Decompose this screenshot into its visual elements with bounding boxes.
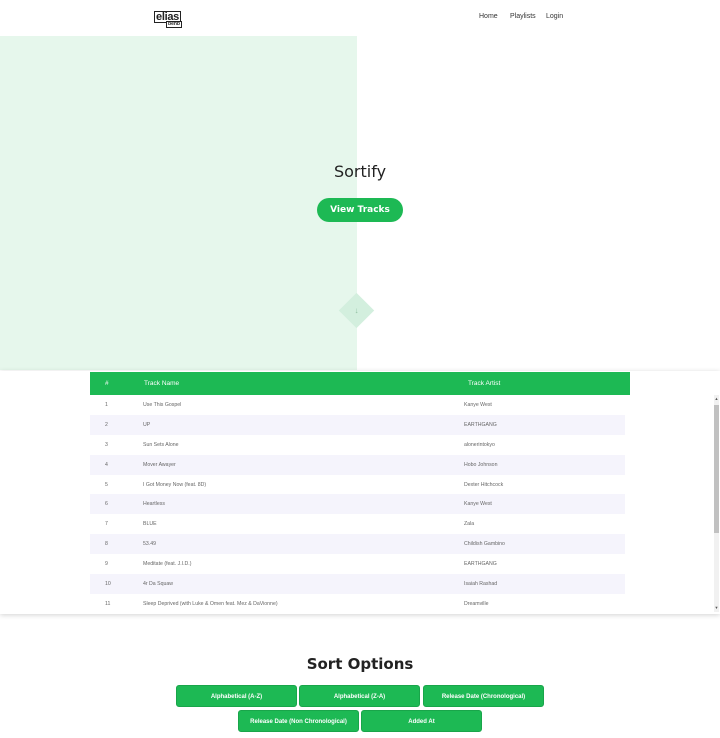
row-number: 1 xyxy=(105,402,108,408)
table-row[interactable]: 6 Heartless Kanye West xyxy=(90,494,625,515)
sort-options-title: Sort Options xyxy=(306,655,414,673)
row-track-name: Sleep Deprived (with Luke & Omen feat. M… xyxy=(143,600,278,607)
header-number: # xyxy=(105,380,109,387)
row-track-artist: Isaiah Rashad xyxy=(464,581,498,588)
row-number: 10 xyxy=(105,581,111,588)
row-track-name: Meditate (feat. J.I.D.) xyxy=(143,561,192,568)
sort-release-nonchrono-button[interactable]: Release Date (Non Chronological) xyxy=(238,710,359,732)
table-row[interactable]: 10 4r Da Squaw Isaiah Rashad xyxy=(90,574,625,594)
row-track-artist: EARTHGANG xyxy=(464,421,497,428)
row-track-artist: Hobo Johnson xyxy=(464,461,498,468)
scroll-down-icon[interactable]: ▼ xyxy=(714,605,719,611)
table-row[interactable]: 5 I Got Money Now (feat. 8D) Dexter Hitchc… xyxy=(90,475,625,495)
row-track-artist: Childish Gambino xyxy=(464,541,505,548)
nav-login[interactable]: Login xyxy=(546,13,563,20)
row-track-name: I Got Money Now (feat. 8D) xyxy=(143,481,207,488)
hero-title: Sortify xyxy=(333,162,387,181)
row-track-artist: Dreamville xyxy=(464,600,489,607)
row-number: 4 xyxy=(105,461,108,468)
sort-release-chrono-button[interactable]: Release Date (Chronological) xyxy=(423,685,544,707)
table-row[interactable]: 7 BLUE Zala xyxy=(90,514,625,534)
sort-alpha-desc-button[interactable]: Alphabetical (Z-A) xyxy=(299,685,420,707)
table-row[interactable]: 4 Mover Awayer Hobo Johnson xyxy=(90,454,625,475)
row-track-artist: Kanye West xyxy=(464,501,492,508)
row-number: 5 xyxy=(105,481,108,488)
row-number: 2 xyxy=(105,421,108,428)
sort-added-at-button[interactable]: Added At xyxy=(361,710,482,732)
logo-sub-text: benb xyxy=(166,21,182,28)
hero-background xyxy=(0,36,357,370)
row-number: 9 xyxy=(105,561,108,568)
row-number: 7 xyxy=(105,521,108,528)
nav-home[interactable]: Home xyxy=(479,13,498,20)
table-row[interactable]: 11 Sleep Deprived (with Luke & Omen feat.… xyxy=(90,594,625,614)
row-number: 8 xyxy=(105,541,108,548)
view-tracks-button[interactable]: View Tracks xyxy=(317,198,403,222)
nav-home-link[interactable]: Home xyxy=(479,13,498,20)
row-track-name: BLUE xyxy=(143,521,157,528)
row-number: 11 xyxy=(105,600,111,607)
scroll-up-icon[interactable]: ▲ xyxy=(714,396,719,402)
row-track-name: 53.49 xyxy=(143,541,156,548)
row-track-name: UP xyxy=(143,421,151,428)
arrow-down-icon[interactable]: ↓ xyxy=(344,298,369,323)
row-track-artist: alonerintokyo xyxy=(464,441,495,448)
header-track-name: Track Name xyxy=(144,380,180,387)
logo[interactable]: elias benb xyxy=(154,11,182,28)
table-row[interactable]: 8 53.49 Childish Gambino xyxy=(90,534,625,555)
row-track-artist: Zala xyxy=(464,521,475,528)
table-body: 1 Use This Gospel Kanye West 2 UP EARTHGANG … xyxy=(90,395,625,614)
table-row[interactable]: 2 UP EARTHGANG xyxy=(90,414,625,435)
row-track-name: Sun Sets Alone xyxy=(143,441,179,448)
row-track-name: 4r Da Squaw xyxy=(143,581,173,588)
header-track-artist: Track Artist xyxy=(468,380,501,387)
row-track-name: Mover Awayer xyxy=(143,461,176,468)
row-track-name: Use This Gospel xyxy=(143,402,182,408)
row-number: 6 xyxy=(105,501,108,508)
nav-playlists[interactable]: Playlists xyxy=(510,13,536,20)
table-header: # Track Name Track Artist xyxy=(90,372,630,395)
row-track-artist: Kanye West xyxy=(464,402,492,408)
table-row[interactable]: 9 Meditate (feat. J.I.D.) EARTHGANG xyxy=(90,554,625,574)
table-scrollbar-thumb[interactable] xyxy=(714,405,719,533)
tracks-table-panel: # Track Name Track Artist 1 Use This Gosp… xyxy=(0,371,720,614)
table-row[interactable]: 3 Sun Sets Alone alonerintokyo xyxy=(90,435,625,455)
row-number: 3 xyxy=(105,441,108,448)
nav-login-link[interactable]: Login xyxy=(546,13,563,20)
sort-alpha-asc-button[interactable]: Alphabetical (A-Z) xyxy=(176,685,297,707)
row-track-artist: EARTHGANG xyxy=(464,561,497,568)
table-row[interactable]: 1 Use This Gospel Kanye West xyxy=(90,395,625,415)
row-track-name: Heartless xyxy=(143,501,165,508)
row-track-artist: Dexter Hitchcock xyxy=(464,481,504,488)
nav-playlists-link[interactable]: Playlists xyxy=(510,13,536,20)
